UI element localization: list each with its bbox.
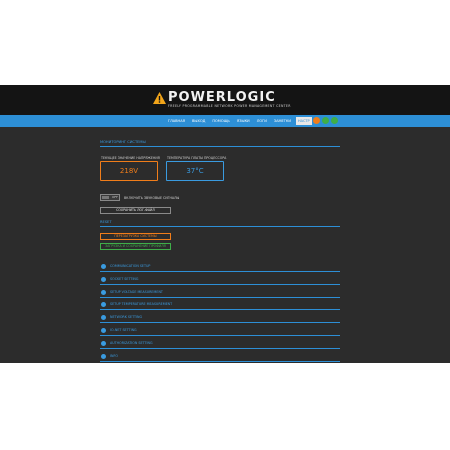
accordion-label: IO-NET SETTING xyxy=(110,328,137,332)
expand-icon xyxy=(101,340,106,346)
voltage-value: 218V xyxy=(119,167,139,175)
accordion-item[interactable]: COMMUNICATION SETUP xyxy=(100,262,340,272)
expand-icon xyxy=(101,315,106,321)
expand-icon xyxy=(101,302,106,308)
divider xyxy=(100,360,340,362)
nav-menu: ГЛАВНАЯ ВЫХОД ПОМОЩЬ ЯЗЫКИ ЛОГИ ЗАМЕТКИ НАСТР xyxy=(166,117,312,125)
language-flag-icon[interactable] xyxy=(313,117,320,124)
accordion-item[interactable]: SOCKET SETTING xyxy=(100,275,340,285)
load-profile-button[interactable]: ЗАГРУЗКА И СОХРАНЕНИЕ ПРОФИЛЯ xyxy=(100,243,171,250)
accordion-label: SETUP VOLTAGE MEASUREMENT xyxy=(110,289,163,294)
navbar: ГЛАВНАЯ ВЫХОД ПОМОЩЬ ЯЗЫКИ ЛОГИ ЗАМЕТКИ НАСТР xyxy=(0,115,450,127)
accordion-item[interactable]: IO-NET SETTING xyxy=(100,326,340,336)
brand-tagline: FREELY PROGRAMMABLE NETWORK POWER MANAGE… xyxy=(168,104,291,108)
accordion-label: SETUP TEMPERATURE MEASUREMENT xyxy=(110,302,173,307)
accordion-item[interactable]: AUTHORIZATION SETTING xyxy=(100,339,340,349)
accordion-label: AUTHORIZATION SETTING xyxy=(110,340,153,345)
brand-name: POWERLOGIC xyxy=(168,90,276,105)
app-window: POWERLOGIC FREELY PROGRAMMABLE NETWORK P… xyxy=(0,85,450,363)
divider xyxy=(100,226,340,227)
nav-item[interactable]: ВЫХОД xyxy=(190,117,207,125)
reboot-button[interactable]: ПЕРЕЗАГРУЗКА СИСТЕМЫ xyxy=(100,233,171,240)
monitoring-section: МОНИТОРИНГ СИСТЕМЫ xyxy=(100,140,340,147)
nav-item[interactable]: ГЛАВНАЯ xyxy=(166,117,187,125)
nav-item[interactable]: ПОМОЩЬ xyxy=(210,117,231,125)
accordion-item[interactable]: SETUP VOLTAGE MEASUREMENT xyxy=(100,288,340,298)
divider xyxy=(100,309,340,311)
accordion-label: INFO xyxy=(110,353,118,358)
accordion-label: SOCKET SETTING xyxy=(110,276,139,281)
accordion-label: COMMUNICATION SETUP xyxy=(110,264,151,268)
accordion-item[interactable]: INFO xyxy=(100,352,340,362)
save-log-button[interactable]: СОХРАНИТЬ ЛОГ-ФАЙЛ xyxy=(100,207,171,214)
language-selector xyxy=(313,117,338,124)
sound-toggle-label: ВКЛЮЧИТЬ ЗВУКОВЫЕ СИГНАЛЫ xyxy=(124,196,180,200)
divider xyxy=(100,296,340,298)
divider xyxy=(100,271,340,272)
divider xyxy=(100,335,340,336)
header: POWERLOGIC FREELY PROGRAMMABLE NETWORK P… xyxy=(0,85,450,115)
nav-item[interactable]: ЯЗЫКИ xyxy=(235,117,252,125)
expand-icon xyxy=(101,353,106,359)
voltage-display: 218V xyxy=(100,161,158,181)
nav-item[interactable]: ЛОГИ xyxy=(255,117,269,125)
logo[interactable]: POWERLOGIC FREELY PROGRAMMABLE NETWORK P… xyxy=(153,90,303,111)
nav-item[interactable]: НАСТР xyxy=(295,117,312,125)
toggle-state: OFF xyxy=(112,195,118,199)
toggle-knob xyxy=(102,196,109,199)
expand-icon xyxy=(101,328,106,333)
voltage-label: ТЕКУЩЕЕ ЗНАЧЕНИЕ НАПРЯЖЕНИЯ xyxy=(101,156,160,160)
section-title: МОНИТОРИНГ СИСТЕМЫ xyxy=(100,140,146,144)
expand-icon xyxy=(101,289,106,295)
language-flag-icon[interactable] xyxy=(331,117,338,124)
reset-title: RESET xyxy=(100,220,112,224)
accordion-item[interactable]: NETWORK SETTING xyxy=(100,313,340,324)
nav-item[interactable]: ЗАМЕТКИ xyxy=(272,117,293,125)
accordion-item[interactable]: SETUP TEMPERATURE MEASUREMENT xyxy=(100,300,340,311)
divider xyxy=(100,283,340,285)
temperature-label: ТЕМПЕРАТУРА ПЛАТЫ ПРОЦЕССОРА xyxy=(167,156,227,160)
temperature-display: 37°C xyxy=(166,161,224,181)
sound-toggle[interactable]: OFF xyxy=(100,194,120,201)
expand-icon xyxy=(101,264,106,269)
reset-section: RESET xyxy=(100,220,340,227)
divider xyxy=(100,146,340,147)
temperature-value: 37°C xyxy=(186,167,204,175)
accordion-label: NETWORK SETTING xyxy=(110,315,143,320)
language-flag-icon[interactable] xyxy=(322,117,329,124)
expand-icon xyxy=(101,276,106,282)
divider xyxy=(100,322,340,324)
warning-icon xyxy=(153,92,166,104)
divider xyxy=(100,347,340,349)
